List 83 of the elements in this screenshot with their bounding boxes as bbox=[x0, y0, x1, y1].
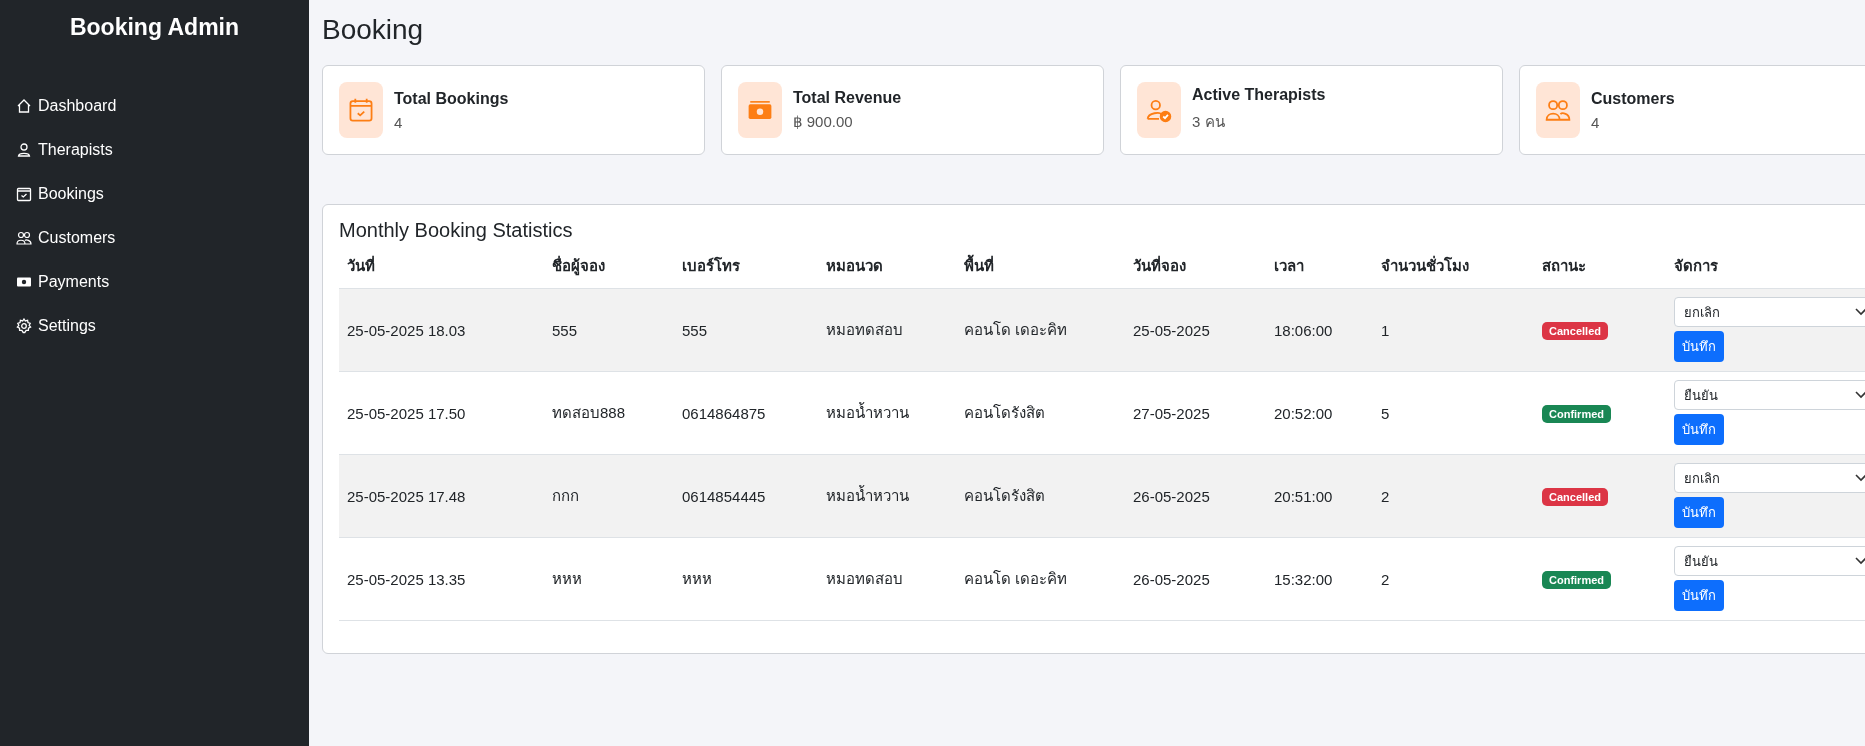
status-select[interactable]: ยืนยัน bbox=[1674, 546, 1865, 576]
table-title: Monthly Booking Statistics bbox=[339, 219, 573, 242]
status-badge: Confirmed bbox=[1542, 570, 1611, 589]
stat-value: 4 bbox=[394, 113, 403, 131]
column-header: สถานะ bbox=[1534, 250, 1666, 289]
table-cell: 26-05-2025 bbox=[1133, 570, 1210, 588]
column-header: ชื่อผู้จอง bbox=[544, 250, 674, 289]
table-cell: คอนโด เดอะคิท bbox=[964, 570, 1068, 587]
save-button[interactable]: บันทึก bbox=[1674, 580, 1724, 611]
column-header: วันที่ bbox=[339, 250, 544, 289]
table-cell: 0614854445 bbox=[682, 487, 766, 505]
stat-value: ฿ 900.00 bbox=[793, 113, 853, 131]
gear-icon bbox=[16, 318, 32, 334]
column-header: จัดการ bbox=[1666, 250, 1865, 289]
table-cell: 20:52:00 bbox=[1274, 404, 1333, 422]
status-select[interactable]: ยกเลิก bbox=[1674, 463, 1865, 493]
table-cell: 5 bbox=[1381, 404, 1390, 422]
stat-label: Total Bookings bbox=[394, 89, 509, 108]
status-select[interactable]: ยกเลิก bbox=[1674, 297, 1865, 327]
people-icon bbox=[16, 230, 32, 246]
table-cell: 15:32:00 bbox=[1274, 570, 1333, 588]
status-badge: Confirmed bbox=[1542, 404, 1611, 423]
person-check-icon bbox=[1146, 97, 1172, 123]
nav-link[interactable]: Settings bbox=[16, 304, 96, 348]
table-cell: 25-05-2025 17.50 bbox=[347, 404, 466, 422]
chevron-down-icon bbox=[1855, 391, 1865, 399]
nav-link[interactable]: Customers bbox=[16, 216, 116, 260]
table-cell: 1 bbox=[1381, 321, 1390, 339]
column-header: เบอร์โทร bbox=[674, 250, 818, 289]
nav-link[interactable]: Bookings bbox=[16, 172, 104, 216]
save-button[interactable]: บันทึก bbox=[1674, 414, 1724, 445]
table-cell: หมอทดสอบ bbox=[826, 321, 903, 338]
table-cell: 555 bbox=[552, 321, 578, 339]
stat-label: Customers bbox=[1591, 89, 1675, 108]
calendar-check-icon bbox=[348, 97, 374, 123]
chevron-down-icon bbox=[1855, 557, 1865, 565]
column-header: จำนวนชั่วโมง bbox=[1373, 250, 1534, 289]
column-header: วันที่จอง bbox=[1125, 250, 1266, 289]
column-header: พื้นที่ bbox=[956, 250, 1125, 289]
status-select[interactable]: ยืนยัน bbox=[1674, 380, 1865, 410]
nav-link[interactable]: Therapists bbox=[16, 128, 113, 172]
table-cell: 0614864875 bbox=[682, 404, 766, 422]
table-cell: 25-05-2025 18.03 bbox=[347, 321, 466, 339]
column-header: เวลา bbox=[1266, 250, 1373, 289]
house-icon bbox=[16, 98, 32, 114]
stat-value: 3 คน bbox=[1192, 112, 1225, 132]
table-cell: 20:51:00 bbox=[1274, 487, 1333, 505]
table-cell: หมอทดสอบ bbox=[826, 570, 903, 587]
person-icon bbox=[16, 142, 32, 158]
table-cell: หหห bbox=[682, 570, 712, 587]
save-button[interactable]: บันทึก bbox=[1674, 331, 1724, 362]
chevron-down-icon bbox=[1855, 474, 1865, 482]
table-cell: คอนโดรังสิต bbox=[964, 487, 1045, 504]
nav-link[interactable]: Payments bbox=[16, 260, 110, 304]
table-cell: 27-05-2025 bbox=[1133, 404, 1210, 422]
page-title: Booking bbox=[322, 14, 424, 46]
table-cell: 25-05-2025 13.35 bbox=[347, 570, 466, 588]
table-cell: กกก bbox=[552, 487, 579, 504]
table-cell: 26-05-2025 bbox=[1133, 487, 1210, 505]
table-cell: 25-05-2025 bbox=[1133, 321, 1210, 339]
column-header: หมอนวด bbox=[818, 250, 956, 289]
stat-label: Active Therapists bbox=[1192, 86, 1326, 104]
stat-value: 4 bbox=[1591, 113, 1600, 131]
table-cell: คอนโด เดอะคิท bbox=[964, 321, 1068, 338]
status-badge: Cancelled bbox=[1542, 487, 1608, 506]
table-cell: 2 bbox=[1381, 570, 1390, 588]
status-badge: Cancelled bbox=[1542, 321, 1608, 340]
table-cell: 18:06:00 bbox=[1274, 321, 1333, 339]
table-cell: 2 bbox=[1381, 487, 1390, 505]
table-cell: 25-05-2025 17.48 bbox=[347, 487, 466, 505]
table-cell: คอนโดรังสิต bbox=[964, 404, 1045, 421]
chevron-down-icon bbox=[1855, 308, 1865, 316]
table-cell: 555 bbox=[682, 321, 708, 339]
table-cell: หมอน้ำหวาน bbox=[826, 487, 909, 504]
app-title: Booking Admin bbox=[68, 13, 241, 42]
table-cell: หมอน้ำหวาน bbox=[826, 404, 909, 421]
table-cell: หหห bbox=[552, 570, 582, 587]
calendar-check-icon bbox=[16, 186, 32, 202]
people-icon bbox=[1545, 97, 1571, 123]
table-cell: ทดสอบ888 bbox=[552, 404, 626, 421]
save-button[interactable]: บันทึก bbox=[1674, 497, 1724, 528]
nav-link[interactable]: Dashboard bbox=[16, 84, 117, 128]
stat-label: Total Revenue bbox=[793, 89, 902, 107]
